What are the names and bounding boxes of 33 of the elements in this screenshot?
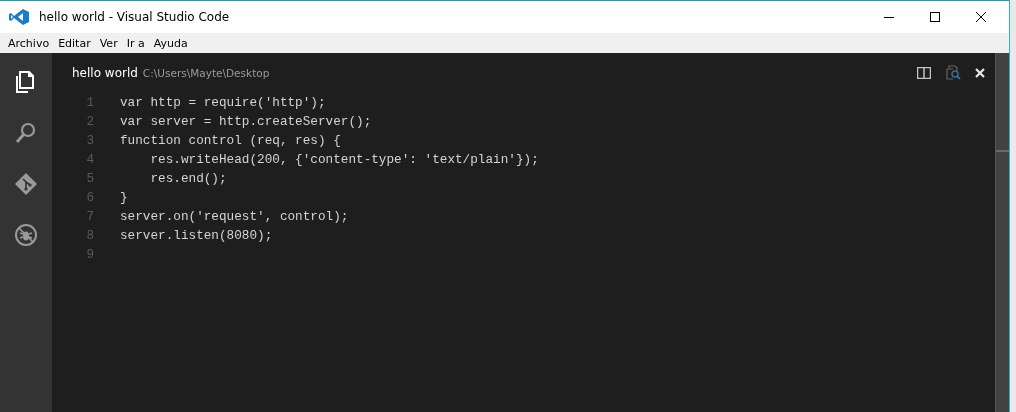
code-line: res.writeHead(200, {'content-type': 'text/plain'}); xyxy=(149,152,539,167)
open-changes-icon[interactable] xyxy=(945,65,961,81)
menu-item[interactable]: Ir a xyxy=(126,36,145,50)
split-editor-icon[interactable] xyxy=(917,67,931,79)
code-line: res.end(); xyxy=(149,171,227,186)
window-title: hello world - Visual Studio Code xyxy=(39,10,230,24)
code-line: server.listen(8080); xyxy=(120,228,273,243)
menu-item[interactable]: Editar xyxy=(58,36,91,50)
code-line: function control (req, res) { xyxy=(120,133,341,148)
code-line: var server = http.createServer(); xyxy=(120,114,372,129)
line-number: 9 xyxy=(85,247,95,262)
file-title: hello world xyxy=(72,66,138,80)
line-number: 7 xyxy=(85,209,95,224)
line-number: 1 xyxy=(85,95,95,110)
git-icon[interactable] xyxy=(14,172,38,196)
line-number: 5 xyxy=(85,171,95,186)
close-icon[interactable] xyxy=(975,11,987,23)
code-line: } xyxy=(120,190,128,205)
line-number: 2 xyxy=(85,114,95,129)
menu-item[interactable]: Ver xyxy=(99,36,118,50)
maximize-icon[interactable] xyxy=(929,11,941,23)
line-number: 6 xyxy=(85,190,95,205)
line-number: 8 xyxy=(85,228,95,243)
app-logo-icon xyxy=(9,9,29,25)
menu-item[interactable]: Archivo xyxy=(8,36,50,50)
menu-item[interactable]: Ayuda xyxy=(153,36,188,50)
debug-icon[interactable] xyxy=(14,223,38,247)
search-icon[interactable] xyxy=(14,121,38,145)
code-line: server.on('request', control); xyxy=(120,209,349,224)
line-number: 3 xyxy=(85,133,95,148)
code-line: var http = require('http'); xyxy=(120,95,326,110)
line-number: 4 xyxy=(85,152,95,167)
file-path: C:\Users\Mayte\Desktop xyxy=(142,67,270,79)
